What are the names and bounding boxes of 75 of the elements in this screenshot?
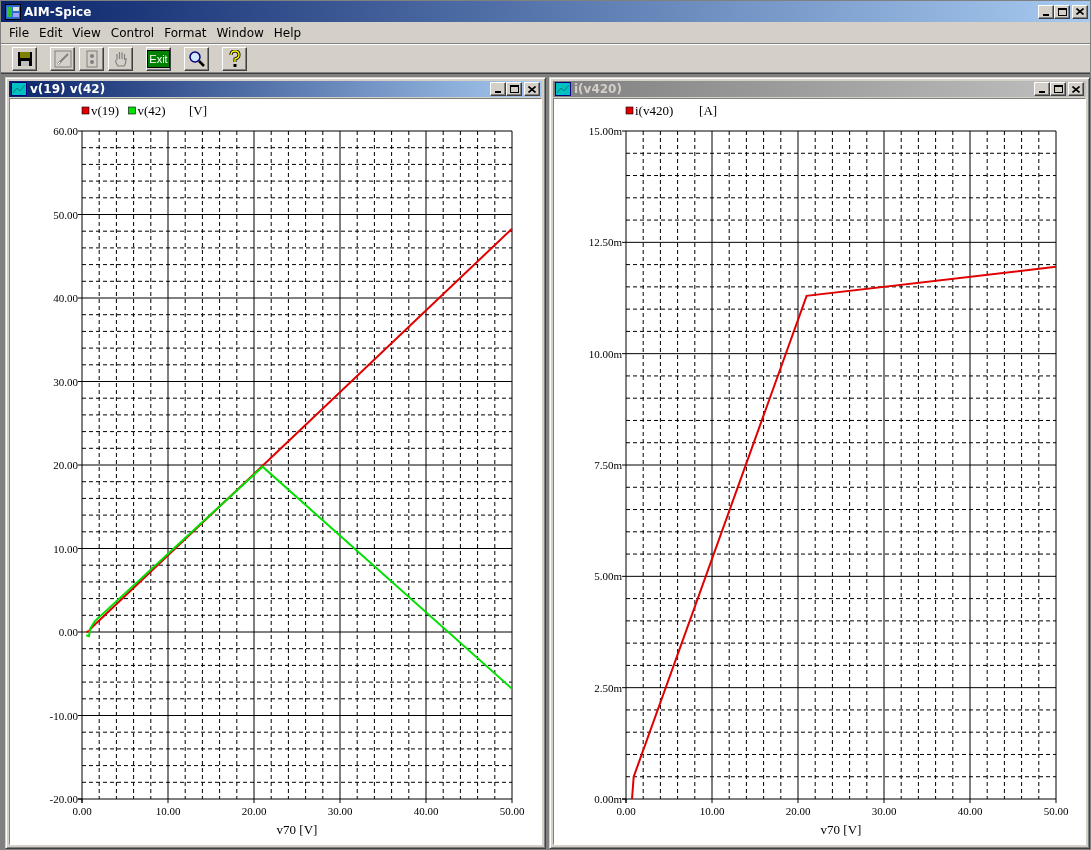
- axis-tick-label: 0.00m: [594, 793, 622, 805]
- legend-label: v(42): [137, 103, 166, 118]
- axis-tick-label: 20.00: [785, 805, 811, 817]
- axis-tick-label: 15.00m: [588, 125, 622, 137]
- meter-icon: [85, 49, 98, 68]
- maximize-icon: [509, 85, 519, 93]
- help-button[interactable]: [222, 46, 247, 71]
- axis-tick-label: 30.00: [53, 375, 78, 388]
- axis-tick-label: 10.00: [53, 542, 78, 555]
- menu-item[interactable]: View: [67, 25, 106, 40]
- window-title: i(v420): [574, 82, 622, 96]
- minimize-icon: [1039, 91, 1045, 93]
- axis-tick-label: 30.00: [871, 805, 897, 817]
- menu-item[interactable]: Format: [159, 25, 212, 40]
- minimize-button[interactable]: [1038, 4, 1054, 19]
- axis-tick-label: 7.50m: [594, 459, 622, 471]
- close-icon: [528, 85, 536, 93]
- axis-tick-label: -20.00: [49, 793, 78, 805]
- axis-tick-label: 10.00m: [588, 347, 622, 360]
- close-button[interactable]: [1068, 82, 1084, 96]
- axis-tick-label: 0.00: [58, 626, 78, 638]
- legend-label: v(19): [91, 103, 120, 118]
- axis-tick-label: 20.00: [241, 805, 267, 817]
- pencil-icon: [53, 49, 72, 68]
- app-icon: [5, 3, 21, 20]
- minimize-button[interactable]: [1034, 82, 1050, 96]
- maximize-icon: [1057, 7, 1067, 16]
- window-title: v(19) v(42): [30, 82, 106, 96]
- legend-label: i(v420): [635, 103, 674, 118]
- unit-label: [V]: [189, 103, 208, 118]
- axis-title: v70 [V]: [276, 822, 318, 837]
- minimize-button[interactable]: [490, 82, 506, 96]
- axis-tick-label: 5.00m: [594, 570, 622, 583]
- axis-tick-label: -10.00: [49, 709, 78, 722]
- app-title: AIM-Spice: [24, 4, 92, 19]
- axis-tick-label: 40.00: [53, 292, 78, 304]
- maximize-button[interactable]: [1050, 82, 1066, 96]
- minimize-icon: [495, 91, 501, 93]
- chart-window-icon: [11, 82, 27, 96]
- maximize-button[interactable]: [506, 82, 522, 96]
- close-icon: [1076, 8, 1084, 15]
- minimize-icon: [1043, 13, 1049, 16]
- menu-item[interactable]: Window: [211, 25, 269, 40]
- maximize-button[interactable]: [1054, 4, 1070, 19]
- hand-icon: [112, 49, 129, 68]
- menu-item[interactable]: Edit: [34, 25, 68, 40]
- help-icon: [228, 49, 241, 68]
- axis-tick-label: 10.00: [155, 805, 181, 817]
- axis-tick-label: 50.00: [499, 805, 525, 817]
- maximize-icon: [1053, 85, 1063, 93]
- axis-tick-label: 20.00: [53, 459, 78, 471]
- axis-tick-label: 50.00: [1043, 805, 1069, 817]
- search-icon: [187, 49, 206, 68]
- axis-tick-label: 40.00: [413, 805, 439, 817]
- close-icon: [1072, 85, 1080, 93]
- axis-tick-label: 10.00: [699, 805, 725, 817]
- axis-tick-label: 50.00: [53, 208, 78, 221]
- axis-tick-label: 0.00: [616, 805, 636, 817]
- close-button[interactable]: [524, 82, 540, 96]
- unit-label: [A]: [699, 103, 718, 118]
- axis-tick-label: 2.50m: [594, 681, 622, 694]
- axis-tick-label: 12.50m: [588, 236, 622, 249]
- exit-button[interactable]: Exit: [146, 46, 171, 71]
- axis-tick-label: 40.00: [957, 805, 983, 817]
- menu-item[interactable]: File: [4, 25, 35, 40]
- zoom-button[interactable]: [184, 46, 209, 71]
- chart-window-icon: [555, 82, 571, 96]
- axis-title: v70 [V]: [820, 822, 862, 837]
- axis-tick-label: 60.00: [53, 125, 78, 137]
- menu-item[interactable]: Control: [105, 25, 160, 40]
- axis-tick-label: 0.00: [72, 805, 92, 817]
- save-button[interactable]: [12, 46, 37, 71]
- axis-tick-label: 30.00: [327, 805, 353, 817]
- close-button[interactable]: [1072, 4, 1088, 19]
- menu-item[interactable]: Help: [268, 25, 307, 40]
